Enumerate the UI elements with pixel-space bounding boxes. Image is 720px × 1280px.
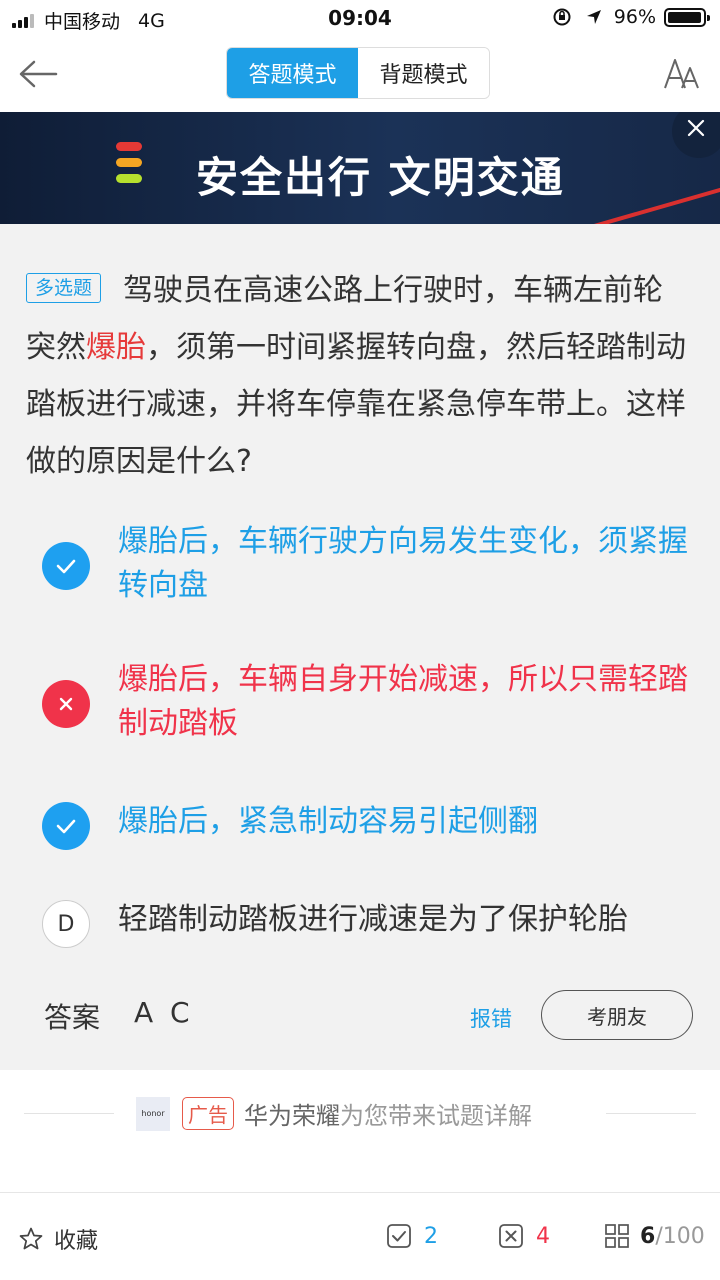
cross-icon <box>59 697 73 711</box>
question-progress[interactable]: 6/100 <box>604 1223 705 1249</box>
battery-icon <box>664 7 710 27</box>
banner-close-button[interactable] <box>672 112 720 158</box>
option-d-mark: D <box>42 900 90 948</box>
progress-total: /100 <box>655 1223 705 1249</box>
banner-slogan: 安全出行 文明交通 <box>196 153 565 202</box>
correct-count-value: 2 <box>424 1223 438 1249</box>
question-panel: 多选题 驾驶员在高速公路上行驶时，车辆左前轮突然爆胎，须第一时间紧握转向盘，然后轻… <box>0 224 720 1070</box>
back-arrow-icon[interactable] <box>16 54 60 94</box>
answer-row: 答案 A C 报错 考朋友 <box>44 990 694 1042</box>
grid-icon <box>605 1224 629 1248</box>
star-icon <box>19 1227 43 1250</box>
traffic-light-1 <box>116 142 142 151</box>
ad-banner[interactable]: 安全出行 文明交通 <box>0 112 720 224</box>
check-icon <box>56 559 76 574</box>
mode-toggle: 答题模式 背题模式 <box>226 47 490 99</box>
honor-logo: honor <box>136 1096 170 1131</box>
divider-right <box>606 1113 696 1114</box>
checkbox-cross-icon <box>499 1224 523 1248</box>
carrier-name: 中国移动 <box>44 11 121 33</box>
top-nav: 答题模式 背题模式 <box>0 36 720 112</box>
status-bar: 中国移动 4G 09:04 96% <box>0 0 720 36</box>
option-c[interactable]: 爆胎后，紧急制动容易引起侧翻 <box>42 800 692 850</box>
font-size-icon[interactable] <box>662 54 702 94</box>
option-d-text: 轻踏制动踏板进行减速是为了保护轮胎 <box>118 902 628 937</box>
ad-slogan: 为您带来试题详解 <box>340 1102 532 1130</box>
signal-icon <box>12 13 36 28</box>
question-highlight: 爆胎 <box>86 330 146 365</box>
option-c-text: 爆胎后，紧急制动容易引起侧翻 <box>118 804 538 839</box>
battery-fill <box>668 11 701 23</box>
option-a[interactable]: 爆胎后，车辆行驶方向易发生变化，须紧握转向盘 <box>42 520 692 610</box>
ad-tag: 广告 <box>182 1097 234 1130</box>
banner-stripe <box>543 177 720 224</box>
report-error-link[interactable]: 报错 <box>470 1003 512 1033</box>
ad-brand: 华为荣耀 <box>244 1102 340 1130</box>
option-a-text: 爆胎后，车辆行驶方向易发生变化，须紧握转向盘 <box>118 524 688 603</box>
option-d[interactable]: D 轻踏制动踏板进行减速是为了保护轮胎 <box>42 898 692 948</box>
bottom-bar: 收藏 2 4 6/100 <box>0 1192 720 1280</box>
ad-content: honor 广告 华为荣耀 为您带来试题详解 <box>136 1096 532 1131</box>
checkbox-check-icon <box>387 1224 411 1248</box>
tab-answer-mode[interactable]: 答题模式 <box>227 48 358 98</box>
location-icon <box>586 10 601 24</box>
status-left: 中国移动 4G <box>12 7 165 34</box>
check-icon <box>56 819 76 834</box>
answer-label: 答案 <box>44 1001 101 1034</box>
option-b-text: 爆胎后，车辆自身开始减速，所以只需轻踏制动踏板 <box>118 662 688 741</box>
tab-memorize-mode[interactable]: 背题模式 <box>358 48 489 98</box>
wrong-count[interactable]: 4 <box>498 1223 550 1249</box>
option-a-mark <box>42 542 90 590</box>
status-right: 96% <box>552 6 710 28</box>
question-text: 多选题 驾驶员在高速公路上行驶时，车辆左前轮突然爆胎，须第一时间紧握转向盘，然后轻… <box>26 262 686 490</box>
option-b[interactable]: 爆胎后，车辆自身开始减速，所以只需轻踏制动踏板 <box>42 658 692 748</box>
ad-footer[interactable]: honor 广告 华为荣耀 为您带来试题详解 <box>0 1070 720 1192</box>
option-c-mark <box>42 802 90 850</box>
traffic-light-2 <box>116 158 142 167</box>
traffic-light-3 <box>116 174 142 183</box>
ask-friend-button[interactable]: 考朋友 <box>541 990 693 1040</box>
wrong-count-value: 4 <box>536 1223 550 1249</box>
answer-value: A C <box>134 996 194 1029</box>
traffic-light-icon <box>116 142 142 190</box>
progress-current: 6 <box>640 1223 656 1249</box>
option-b-mark <box>42 680 90 728</box>
question-type-badge: 多选题 <box>26 273 102 303</box>
rotation-lock-icon <box>553 8 571 26</box>
correct-count[interactable]: 2 <box>386 1223 438 1249</box>
close-icon <box>687 119 705 137</box>
divider-left <box>24 1113 114 1114</box>
network-type: 4G <box>138 9 165 32</box>
favorite-label: 收藏 <box>54 1229 99 1254</box>
battery-percent: 96% <box>613 6 656 28</box>
favorite-button[interactable]: 收藏 <box>18 1223 98 1255</box>
